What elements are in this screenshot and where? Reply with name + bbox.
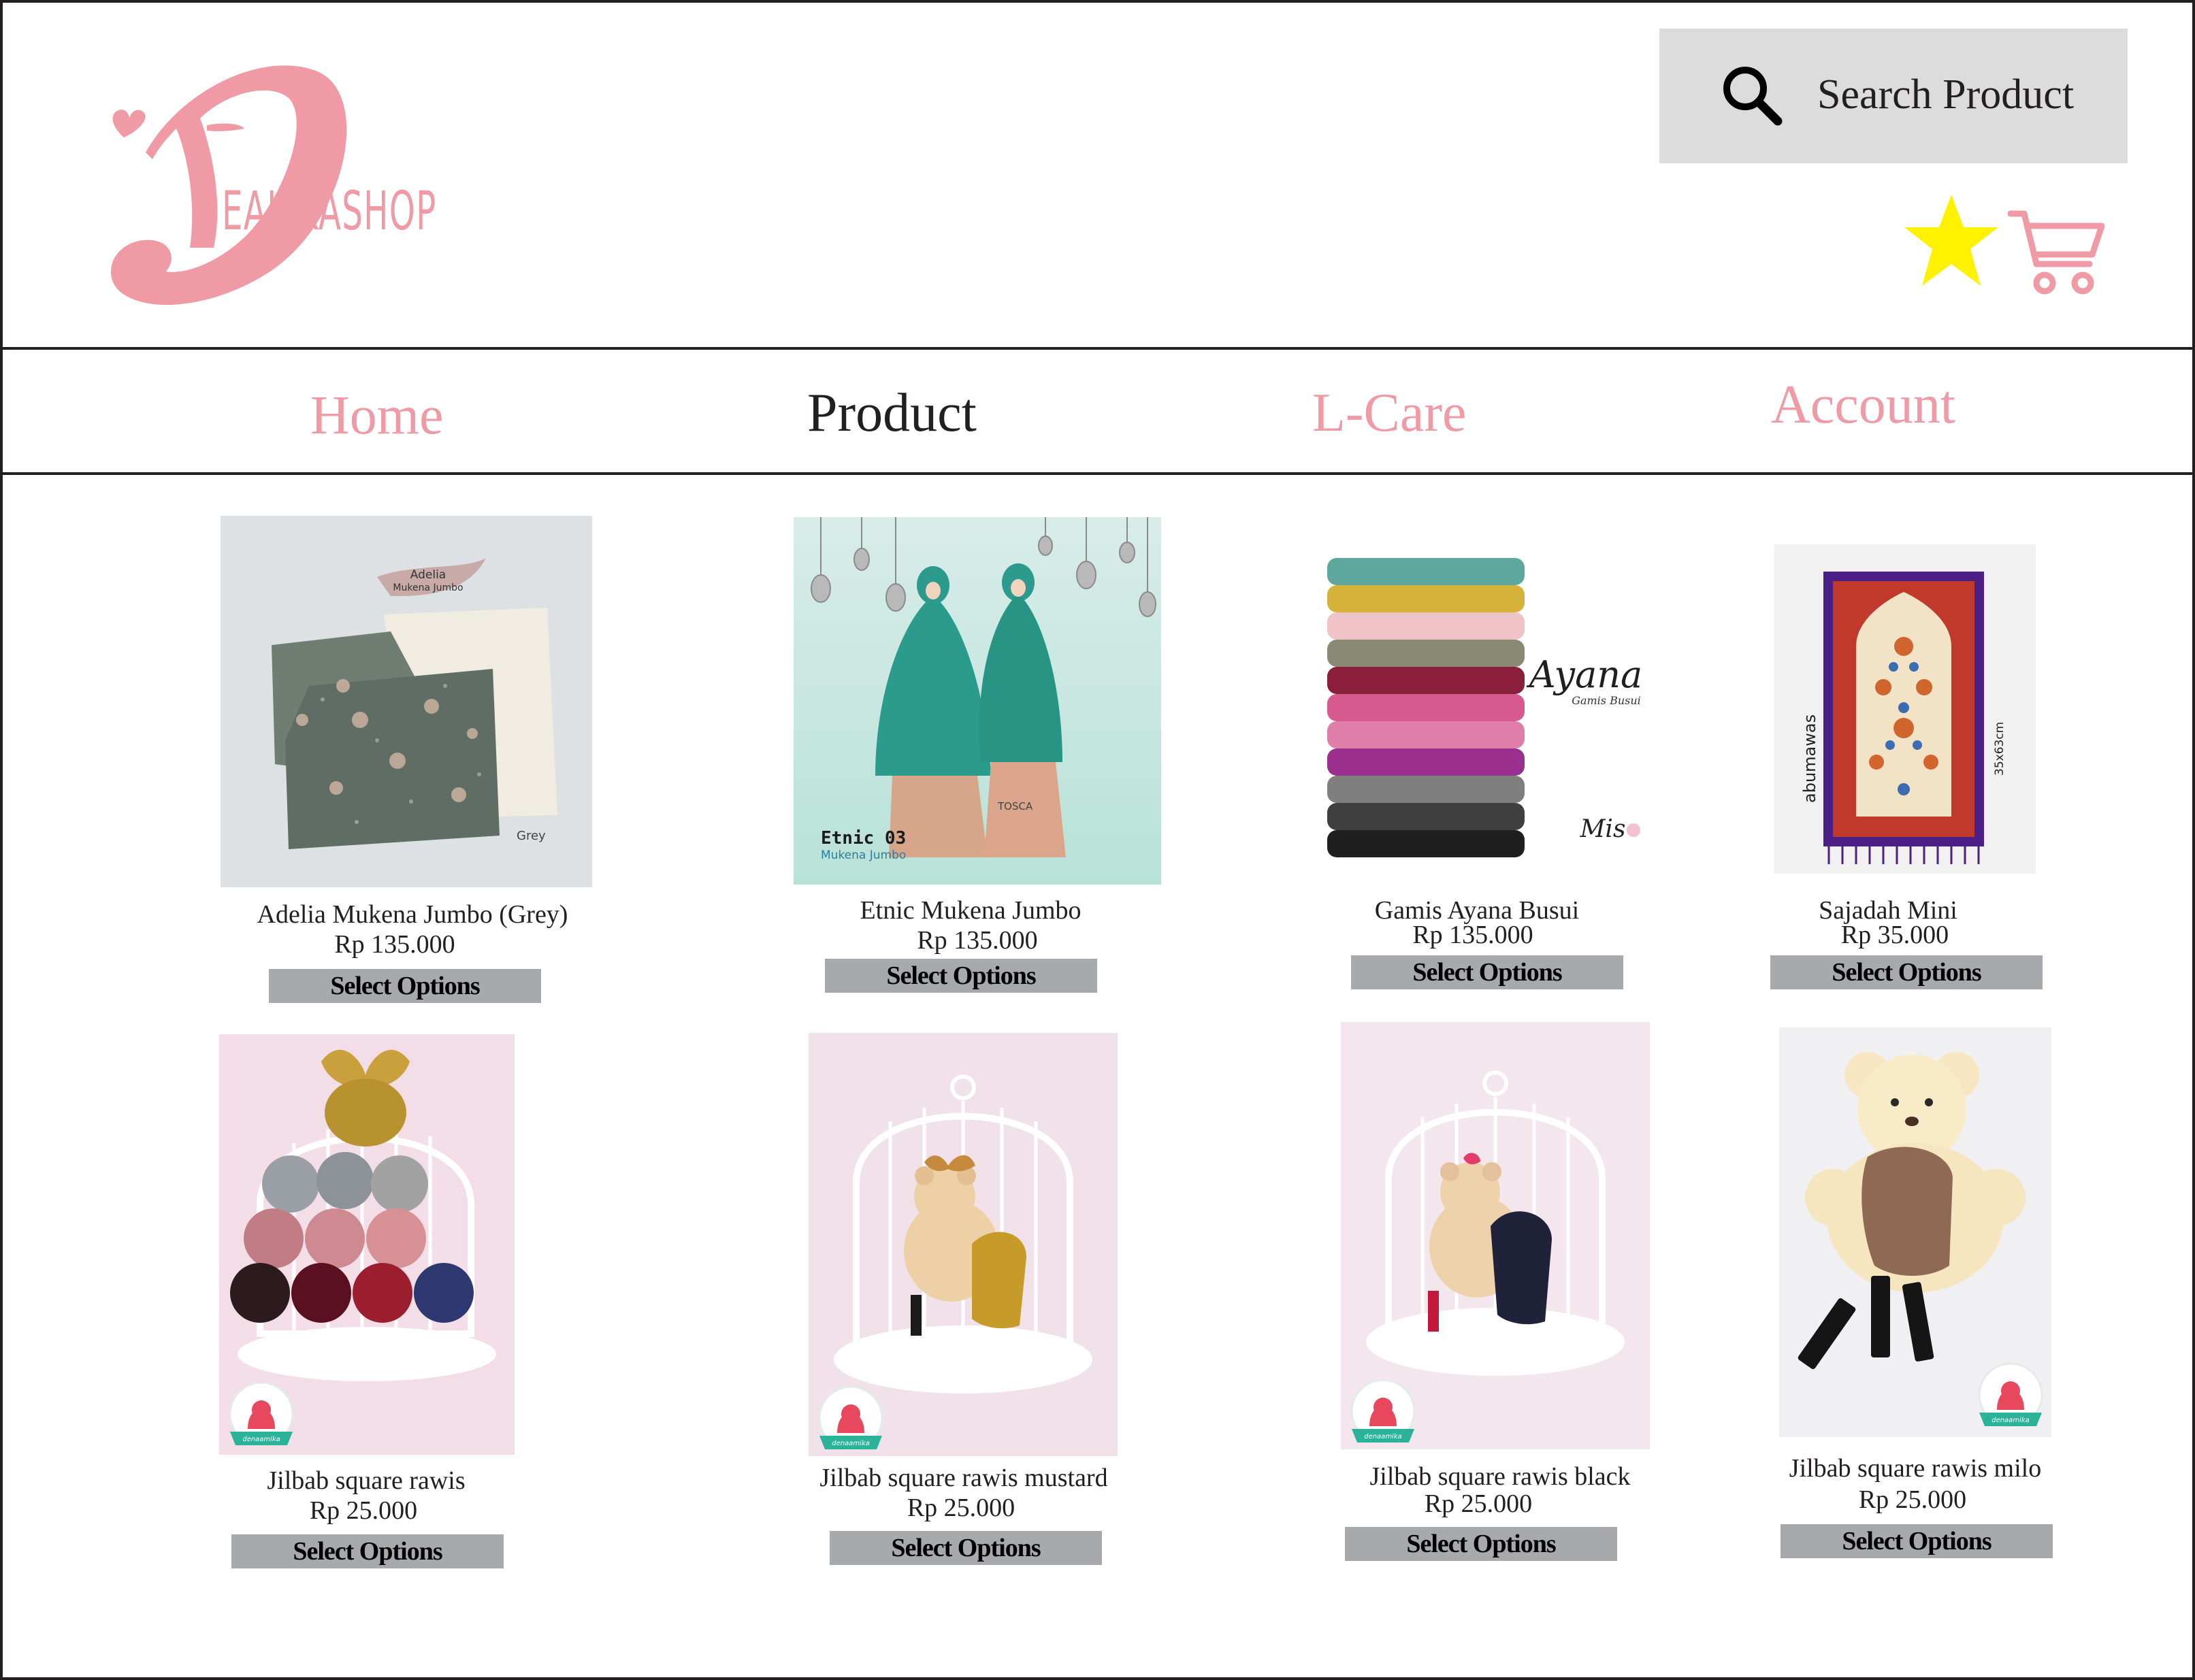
star-icon[interactable] — [1902, 192, 2001, 291]
product-image[interactable]: abumawas 35x63cm — [1774, 544, 2036, 874]
select-options-button[interactable]: Select Options — [1345, 1527, 1617, 1561]
product-name[interactable]: Jilbab square rawis — [267, 1466, 465, 1496]
product-image[interactable]: denaamika — [1341, 1022, 1650, 1449]
page-frame: EALIKASHOP Search Product Home Product L… — [0, 0, 2195, 1680]
image-text: Etnic 03 — [821, 828, 906, 849]
image-text: Ayana — [1526, 653, 1642, 696]
image-text: denaamika — [1991, 1417, 2030, 1424]
image-text: Adelia — [410, 568, 446, 582]
product-name[interactable]: Jilbab square rawis black — [1369, 1462, 1630, 1492]
image-text: Mis — [1580, 815, 1626, 843]
image-text: TOSCA — [997, 800, 1033, 812]
search-placeholder: Search Product — [1817, 71, 2075, 118]
product-price: Rp 35.000 — [1840, 921, 1949, 949]
image-text: denaamika — [242, 1436, 280, 1443]
image-text: Mukena Jumbo — [393, 582, 463, 593]
product-price: Rp 135.000 — [1412, 921, 1533, 949]
image-text: Grey — [517, 829, 546, 843]
product-price: Rp 25.000 — [1858, 1485, 1967, 1514]
search-icon — [1723, 67, 1783, 126]
product-image[interactable]: Adelia Mukena Jumbo Grey — [221, 516, 592, 887]
select-options-button[interactable]: Select Options — [1781, 1524, 2053, 1558]
product-name[interactable]: Jilbab square rawis mustard — [819, 1463, 1107, 1493]
select-options-button[interactable]: Select Options — [1351, 955, 1623, 989]
cart-icon[interactable] — [2008, 207, 2106, 298]
product-image[interactable]: denaamika — [219, 1034, 515, 1455]
select-options-button[interactable]: Select Options — [269, 969, 541, 1003]
product-price: Rp 135.000 — [334, 930, 455, 959]
product-price: Rp 25.000 — [1424, 1489, 1533, 1518]
product-image[interactable]: Etnic 03 Mukena Jumbo TOSCA — [794, 517, 1161, 885]
product-name[interactable]: Jilbab square rawis milo — [1789, 1453, 2041, 1483]
product-image[interactable]: denaamika — [809, 1033, 1118, 1456]
product-name[interactable]: Adelia Mukena Jumbo (Grey) — [257, 900, 568, 929]
image-text: Gamis Busui — [1572, 694, 1641, 707]
select-options-button[interactable]: Select Options — [231, 1534, 504, 1568]
product-price: Rp 25.000 — [309, 1496, 418, 1525]
main-nav: Home Product L-Care Account — [3, 350, 2195, 475]
site-header: EALIKASHOP Search Product — [3, 3, 2195, 350]
nav-item-home[interactable]: Home — [310, 385, 444, 447]
nav-item-l-care[interactable]: L-Care — [1312, 382, 1467, 444]
nav-item-account[interactable]: Account — [1771, 374, 1955, 436]
logo-wordmark: EALIKASHOP — [222, 181, 437, 242]
product-price: Rp 25.000 — [907, 1494, 1015, 1522]
image-text: denaamika — [1364, 1433, 1402, 1440]
image-text: denaamika — [832, 1440, 870, 1447]
select-options-button[interactable]: Select Options — [1770, 955, 2043, 989]
search-box[interactable]: Search Product — [1659, 29, 2128, 163]
product-image[interactable]: denaamika — [1779, 1027, 2051, 1437]
image-text: 35x63cm — [1993, 722, 2006, 776]
image-text: abumawas — [1800, 714, 1819, 803]
nav-item-product[interactable]: Product — [807, 382, 977, 444]
select-options-button[interactable]: Select Options — [830, 1531, 1102, 1565]
product-image[interactable]: Ayana Gamis Busui Mis — [1314, 517, 1670, 874]
product-price: Rp 135.000 — [917, 926, 1038, 955]
image-text: Mukena Jumbo — [821, 849, 906, 862]
product-name[interactable]: Etnic Mukena Jumbo — [860, 895, 1081, 925]
select-options-button[interactable]: Select Options — [825, 959, 1097, 993]
